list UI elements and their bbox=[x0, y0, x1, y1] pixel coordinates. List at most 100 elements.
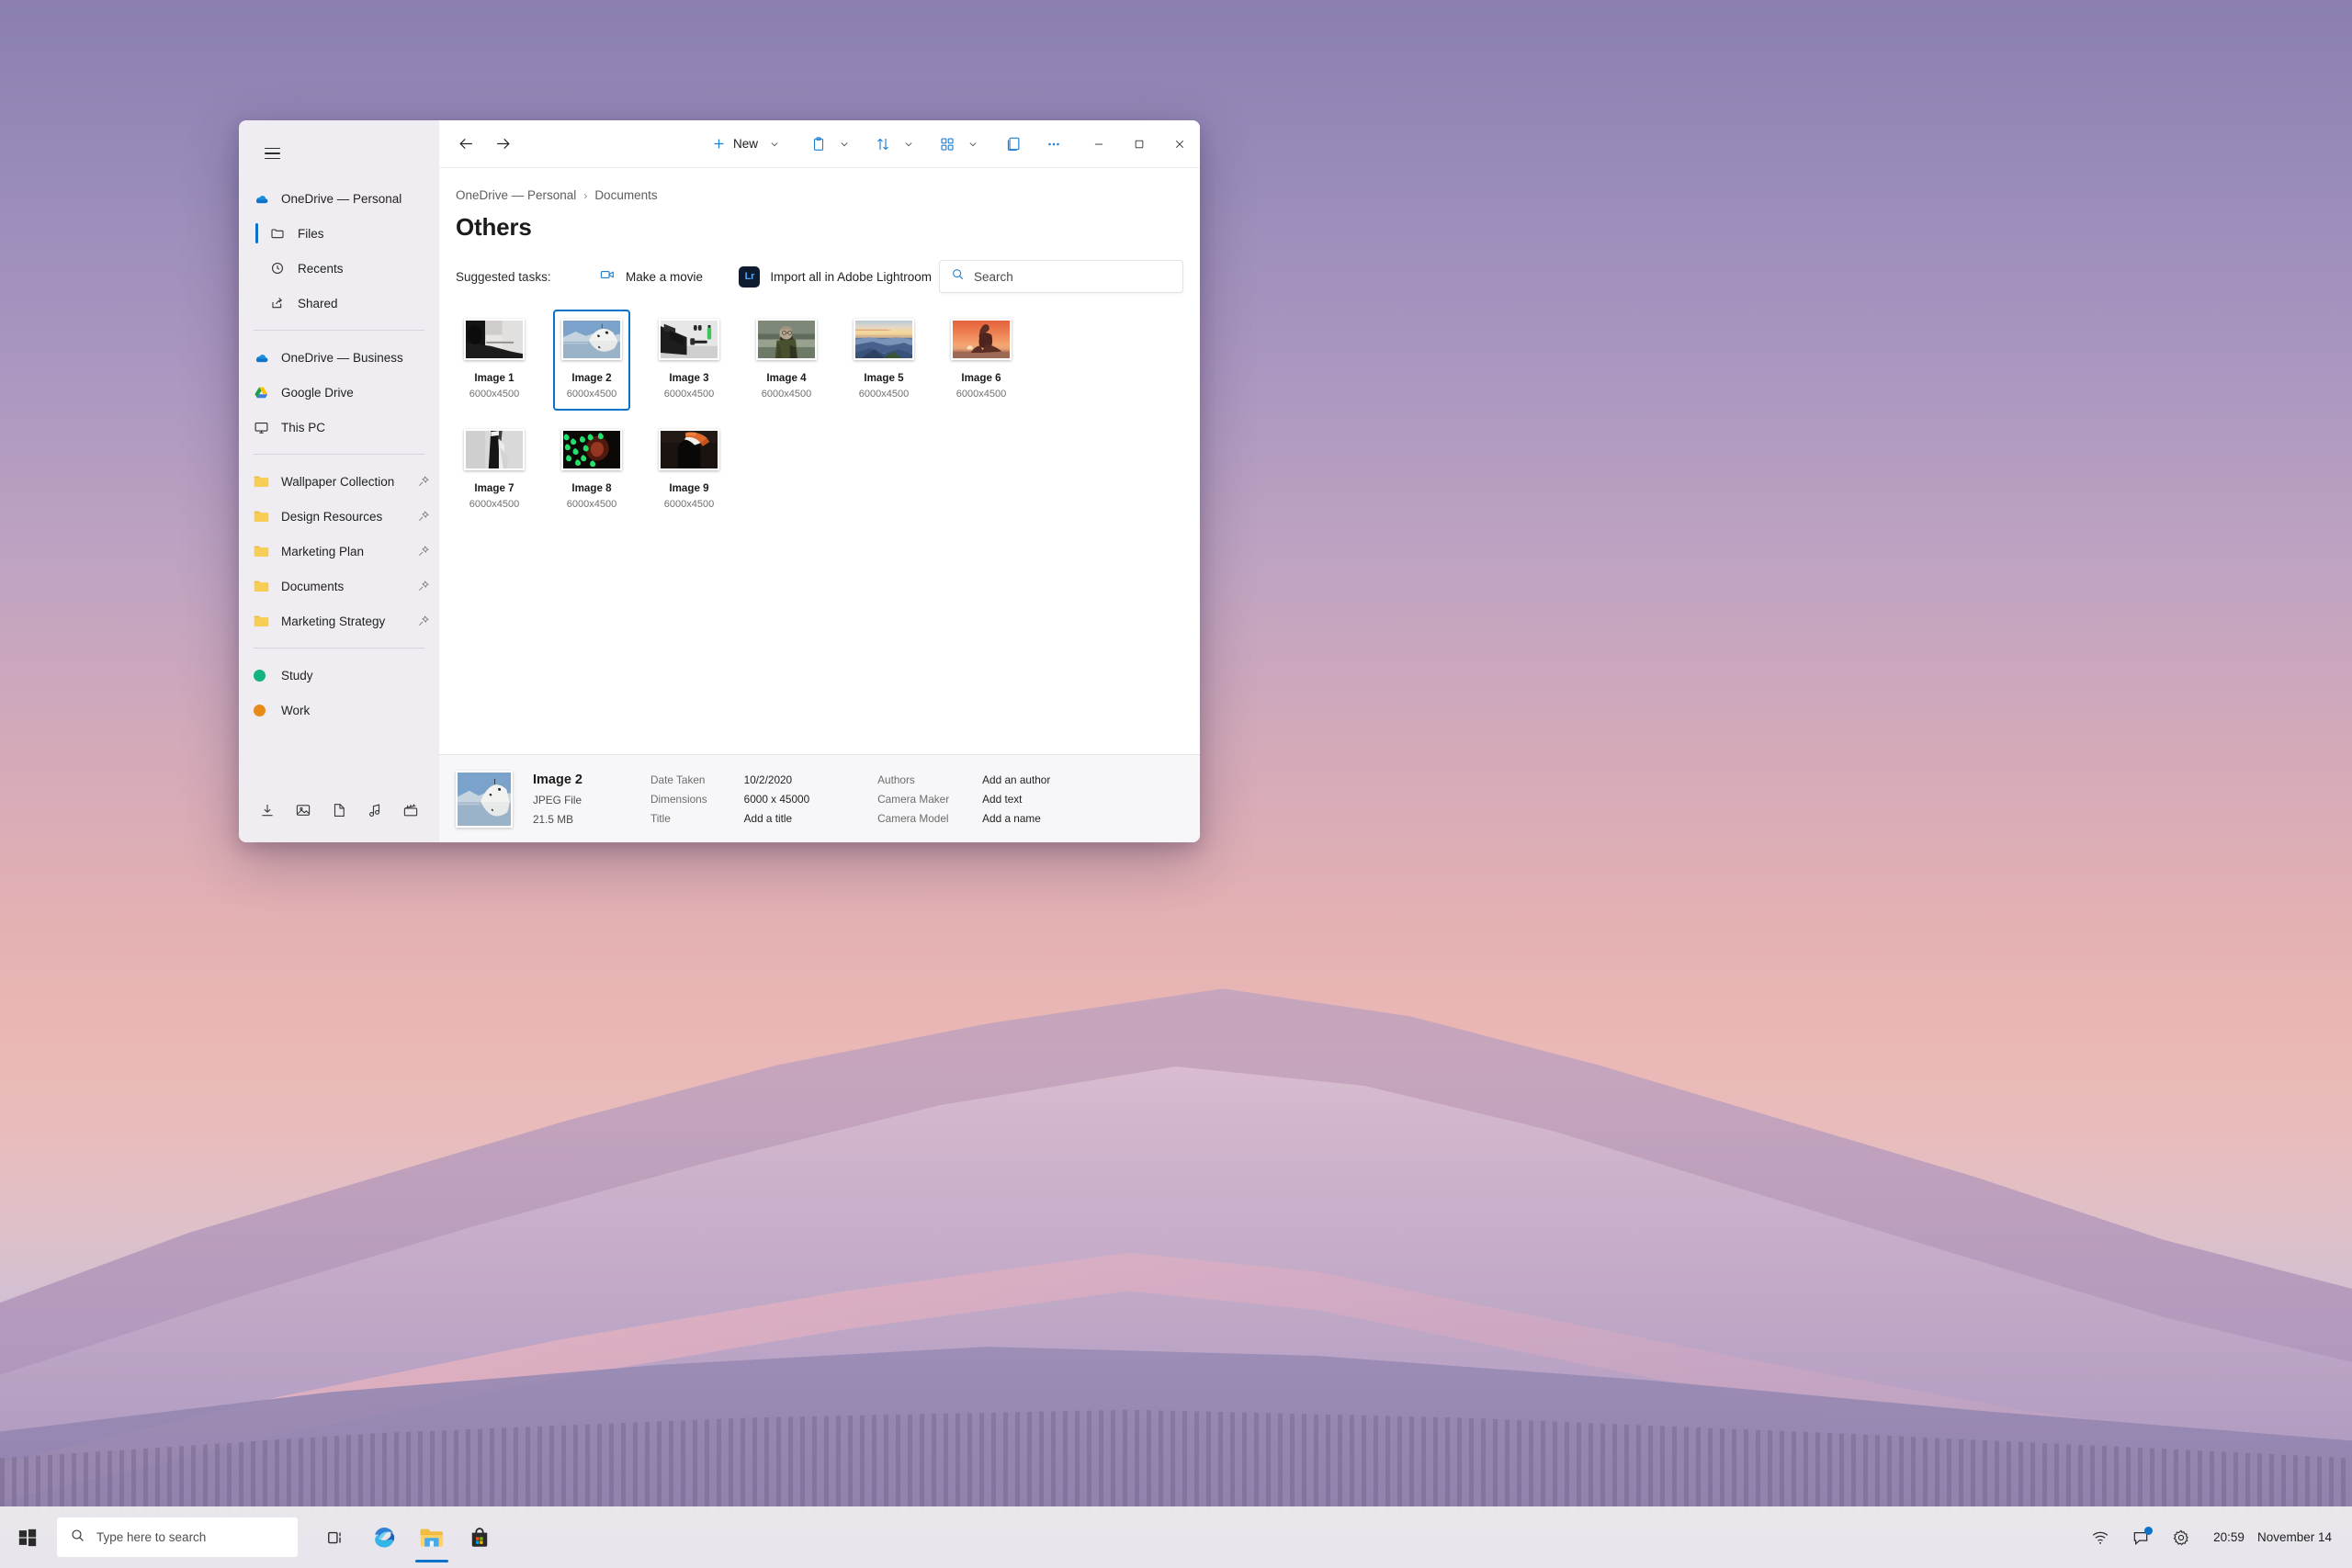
sidebar-item-wallpaper-collection[interactable]: Wallpaper Collection bbox=[239, 464, 439, 499]
details-value[interactable]: Add text bbox=[982, 793, 1050, 806]
chevron-down-icon[interactable] bbox=[764, 139, 785, 150]
sidebar-divider-3 bbox=[254, 648, 424, 649]
pin-icon[interactable] bbox=[417, 510, 430, 523]
new-button[interactable]: New bbox=[704, 129, 788, 160]
sidebar-divider-2 bbox=[254, 454, 424, 455]
download-icon[interactable] bbox=[253, 795, 282, 825]
file-thumbnail bbox=[756, 319, 817, 360]
paste-button[interactable] bbox=[801, 129, 856, 160]
plus-icon bbox=[714, 139, 724, 149]
taskbar-time: 20:59 bbox=[2213, 1530, 2245, 1544]
sidebar-item-onedrive-business[interactable]: OneDrive — Business bbox=[239, 340, 439, 375]
sidebar-divider-1 bbox=[254, 330, 424, 331]
chevron-down-icon[interactable] bbox=[963, 139, 983, 150]
file-thumbnail bbox=[659, 429, 719, 470]
file-tile-image-7[interactable]: Image 7 6000x4500 bbox=[456, 420, 533, 521]
pictures-icon[interactable] bbox=[288, 795, 318, 825]
file-tile-image-9[interactable]: Image 9 6000x4500 bbox=[650, 420, 728, 521]
details-key: Title bbox=[650, 811, 671, 825]
chat-icon[interactable] bbox=[2123, 1516, 2158, 1560]
taskbar-apps bbox=[314, 1511, 502, 1564]
pin-icon[interactable] bbox=[417, 545, 430, 558]
store-icon[interactable] bbox=[458, 1511, 502, 1564]
chevron-down-icon[interactable] bbox=[899, 139, 919, 150]
file-tile-image-5[interactable]: Image 5 6000x4500 bbox=[845, 310, 922, 411]
sidebar-item-onedrive-personal[interactable]: OneDrive — Personal bbox=[239, 181, 439, 216]
clock-and-date[interactable]: 20:59 November 14 bbox=[2204, 1530, 2339, 1544]
search-input[interactable] bbox=[974, 269, 1171, 284]
explorer-content: New OneDrive — Personal › Documents Othe… bbox=[439, 120, 1200, 842]
chevron-down-icon[interactable] bbox=[834, 139, 854, 150]
sidebar-item-files[interactable]: Files bbox=[239, 216, 439, 251]
file-name: Image 5 bbox=[864, 372, 904, 384]
file-dimensions: 6000x4500 bbox=[566, 499, 617, 510]
gear-icon[interactable] bbox=[2164, 1516, 2199, 1560]
minimize-icon[interactable] bbox=[1079, 120, 1119, 168]
hamburger-icon[interactable] bbox=[254, 135, 290, 172]
file-name: Image 1 bbox=[474, 372, 514, 384]
sidebar-item-marketing-strategy[interactable]: Marketing Strategy bbox=[239, 604, 439, 638]
documents-icon[interactable] bbox=[324, 795, 354, 825]
import-lightroom-button[interactable]: Lr Import all in Adobe Lightroom bbox=[731, 262, 939, 292]
file-tile-image-4[interactable]: Image 4 6000x4500 bbox=[748, 310, 825, 411]
details-key: Authors bbox=[877, 773, 915, 786]
arrow-left-icon[interactable] bbox=[450, 129, 481, 160]
file-tile-image-1[interactable]: Image 1 6000x4500 bbox=[456, 310, 533, 411]
details-value[interactable]: 6000 x 45000 bbox=[744, 793, 810, 806]
close-icon[interactable] bbox=[1159, 120, 1200, 168]
folder-outline-icon bbox=[270, 226, 290, 241]
layout-grid-icon[interactable] bbox=[932, 129, 963, 160]
edge-icon[interactable] bbox=[362, 1511, 406, 1564]
file-tile-image-3[interactable]: Image 3 6000x4500 bbox=[650, 310, 728, 411]
more-ellipsis-icon[interactable] bbox=[1038, 129, 1069, 160]
breadcrumb-root[interactable]: OneDrive — Personal bbox=[456, 188, 576, 202]
sidebar-item-this-pc[interactable]: This PC bbox=[239, 410, 439, 445]
breadcrumb-current[interactable]: Documents bbox=[594, 188, 657, 202]
sidebar-item-label: Files bbox=[298, 226, 324, 241]
sidebar-tag-work[interactable]: Work bbox=[239, 693, 439, 728]
file-dimensions: 6000x4500 bbox=[761, 389, 812, 400]
sort-button[interactable] bbox=[865, 129, 921, 160]
layout-button[interactable] bbox=[930, 129, 985, 160]
details-value[interactable]: Add a title bbox=[744, 812, 810, 825]
details-pane-icon[interactable] bbox=[998, 129, 1029, 160]
sidebar-item-google-drive[interactable]: Google Drive bbox=[239, 375, 439, 410]
clipboard-paste-icon[interactable] bbox=[803, 129, 834, 160]
pin-icon[interactable] bbox=[417, 615, 430, 627]
details-fields-right: Authors Add an author Camera Maker Add t… bbox=[877, 773, 1050, 825]
clock-icon bbox=[270, 261, 290, 276]
toolbar: New bbox=[439, 120, 1200, 168]
pin-icon[interactable] bbox=[417, 580, 430, 592]
sidebar-item-design-resources[interactable]: Design Resources bbox=[239, 499, 439, 534]
task-view-icon[interactable] bbox=[314, 1511, 358, 1564]
details-value[interactable]: Add a name bbox=[982, 812, 1050, 825]
sidebar-tag-study[interactable]: Study bbox=[239, 658, 439, 693]
videos-icon[interactable] bbox=[396, 795, 425, 825]
details-value[interactable]: Add an author bbox=[982, 773, 1050, 786]
file-explorer-icon[interactable] bbox=[410, 1511, 454, 1564]
taskbar-search-box[interactable] bbox=[57, 1517, 298, 1557]
windows-start-icon[interactable] bbox=[6, 1516, 50, 1560]
search-box[interactable] bbox=[939, 260, 1183, 293]
sort-icon[interactable] bbox=[867, 129, 899, 160]
file-tile-image-8[interactable]: Image 8 6000x4500 bbox=[553, 420, 630, 521]
sidebar-item-label: Marketing Plan bbox=[281, 544, 365, 558]
details-value[interactable]: 10/2/2020 bbox=[744, 773, 810, 786]
sidebar-item-documents[interactable]: Documents bbox=[239, 569, 439, 604]
sidebar-item-label: Marketing Strategy bbox=[281, 614, 386, 628]
wifi-icon[interactable] bbox=[2083, 1516, 2118, 1560]
arrow-right-icon[interactable] bbox=[487, 129, 518, 160]
chevron-right-icon: › bbox=[583, 188, 588, 202]
file-tile-image-2[interactable]: Image 2 6000x4500 bbox=[553, 310, 630, 411]
file-tile-image-6[interactable]: Image 6 6000x4500 bbox=[943, 310, 1020, 411]
file-name: Image 3 bbox=[669, 372, 709, 384]
taskbar-search-input[interactable] bbox=[96, 1530, 285, 1544]
pin-icon[interactable] bbox=[417, 475, 430, 488]
sidebar-item-label: Design Resources bbox=[281, 509, 383, 524]
maximize-icon[interactable] bbox=[1119, 120, 1159, 168]
music-icon[interactable] bbox=[360, 795, 390, 825]
sidebar-item-recents[interactable]: Recents bbox=[239, 251, 439, 286]
sidebar-item-marketing-plan[interactable]: Marketing Plan bbox=[239, 534, 439, 569]
sidebar-item-shared[interactable]: Shared bbox=[239, 286, 439, 321]
make-a-movie-button[interactable]: Make a movie bbox=[592, 262, 710, 292]
